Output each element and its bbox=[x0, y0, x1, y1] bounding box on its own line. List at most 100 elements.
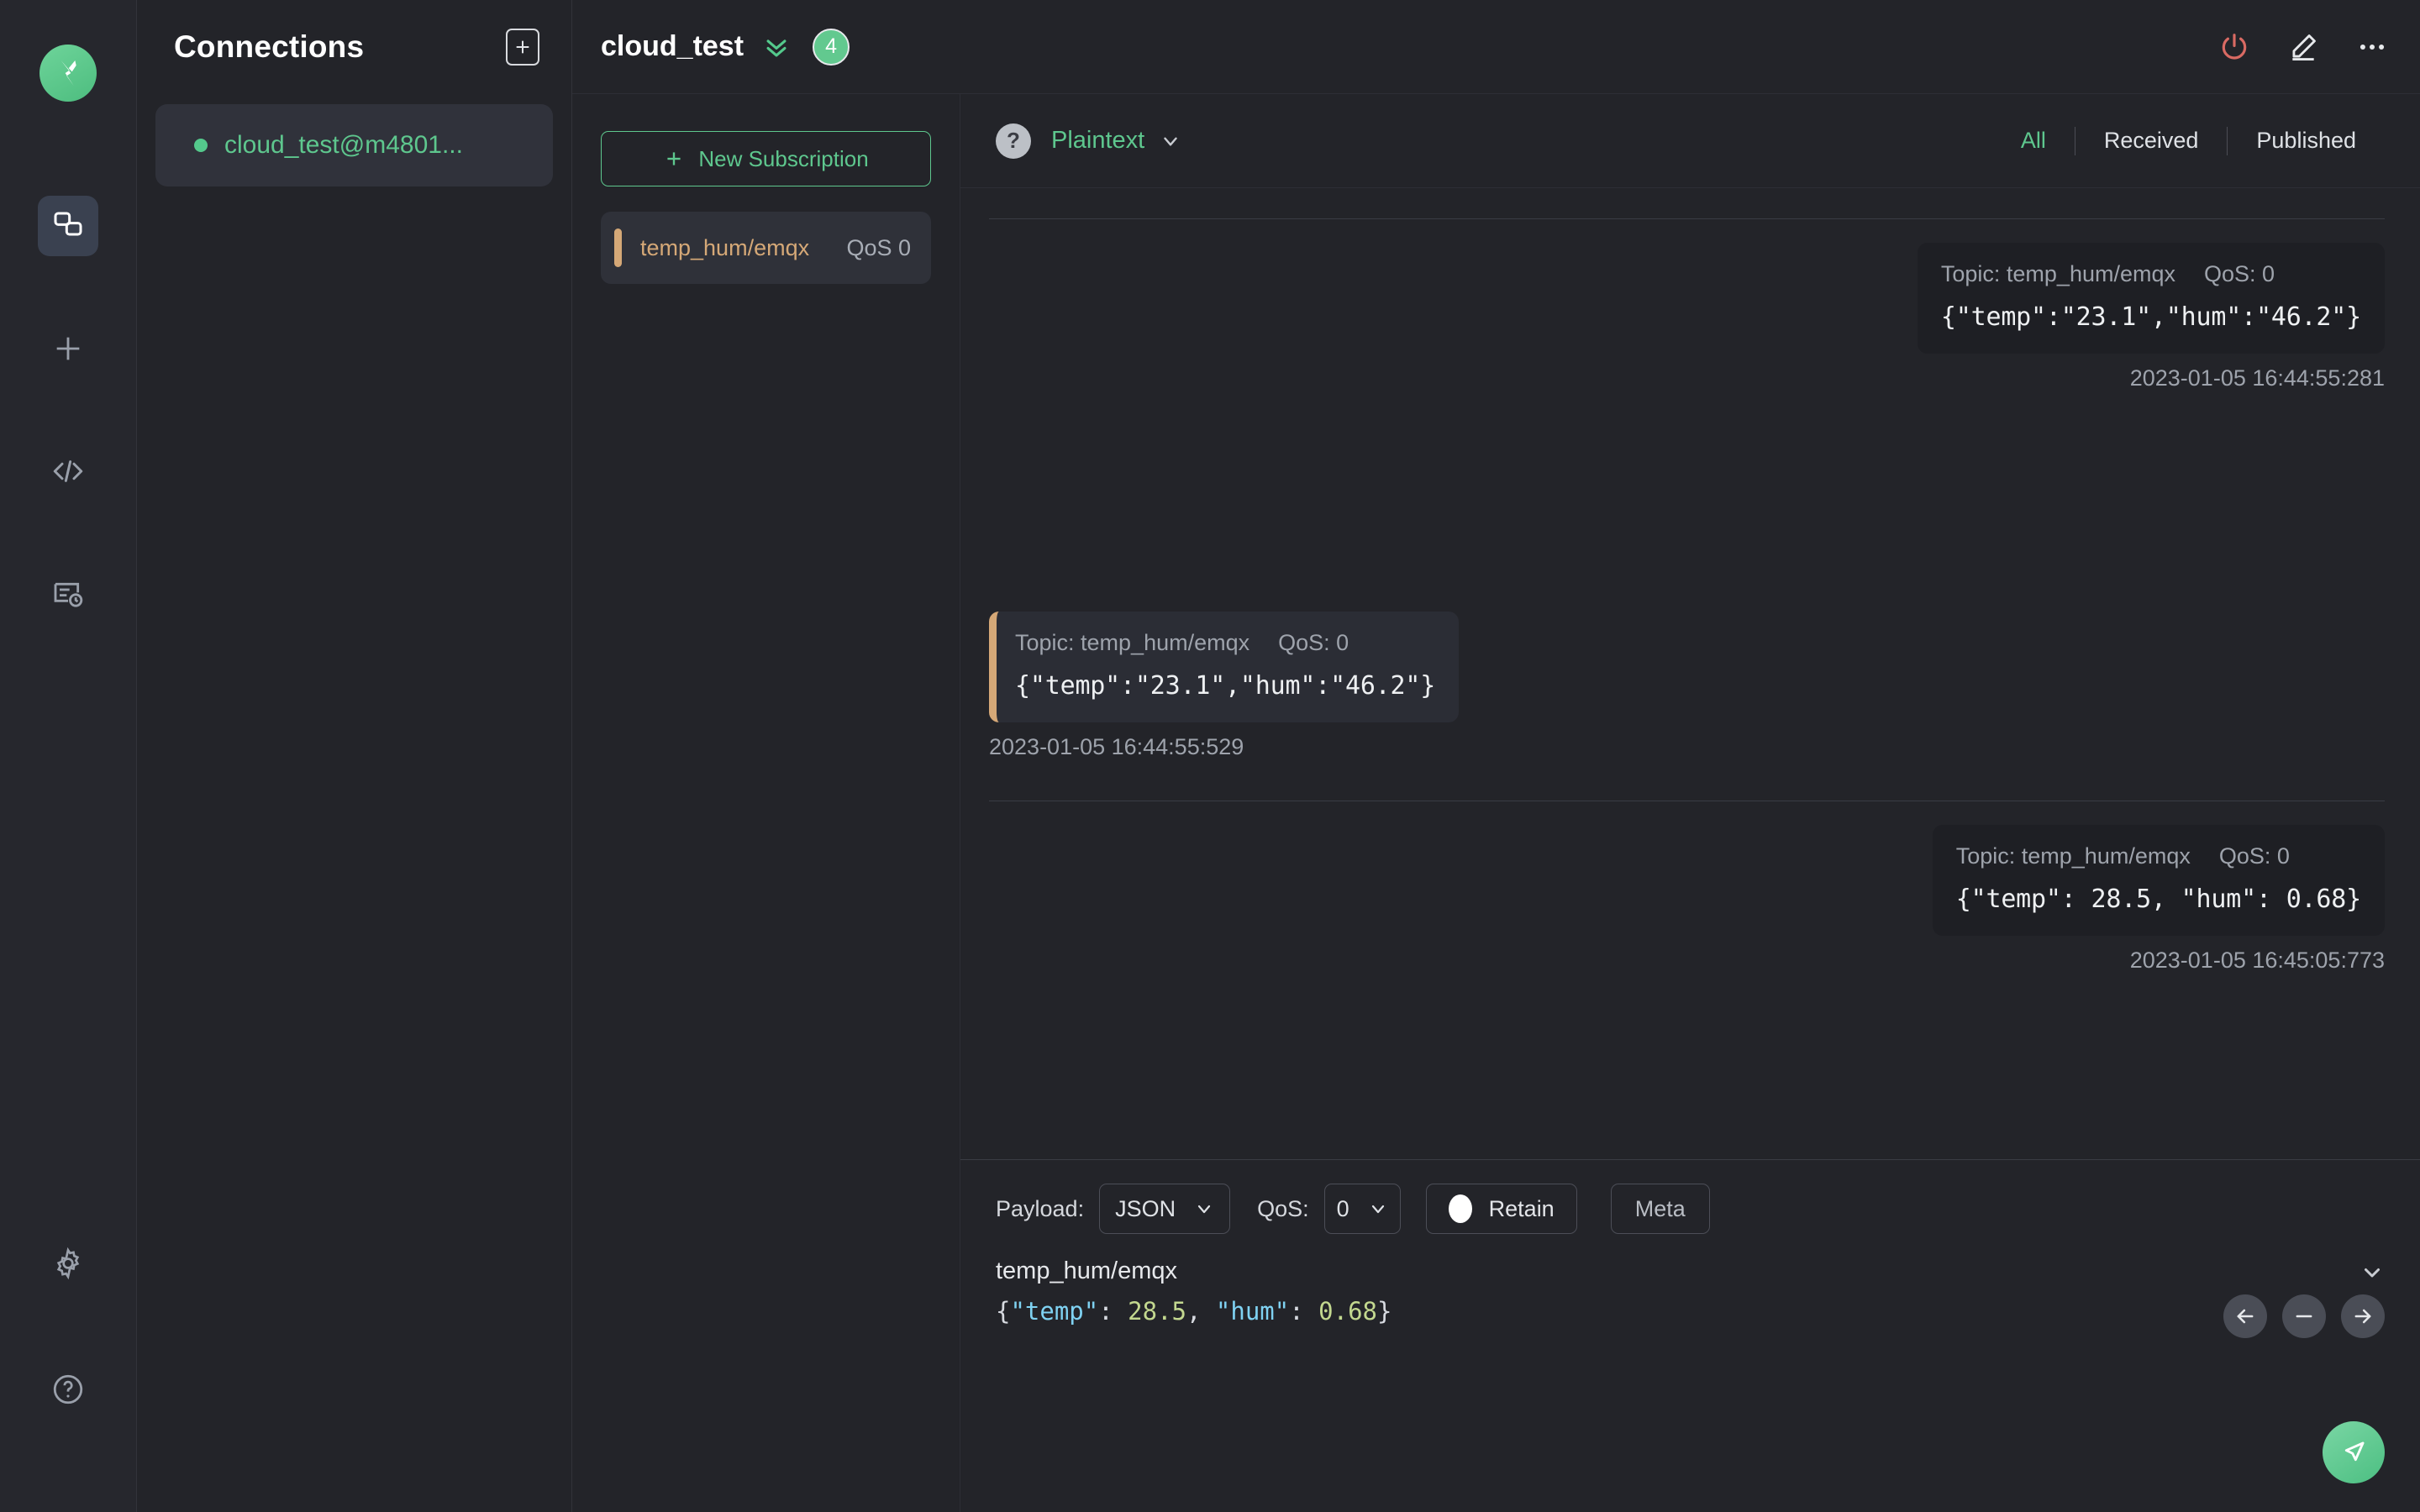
left-icon-rail bbox=[0, 0, 137, 1512]
send-button[interactable] bbox=[2323, 1421, 2385, 1483]
payload-format-select[interactable]: Plaintext bbox=[1051, 127, 1181, 155]
message-qos: QoS: 0 bbox=[2218, 843, 2290, 869]
sidebar-item-help[interactable] bbox=[38, 1359, 98, 1420]
collapse-info-button[interactable] bbox=[762, 33, 791, 61]
rail-bottom-group bbox=[38, 1233, 98, 1512]
gear-icon bbox=[56, 1247, 80, 1280]
plus-icon bbox=[667, 152, 681, 165]
page-title: Connections bbox=[174, 29, 365, 64]
message-bubble[interactable]: Topic: temp_hum/emqx QoS: 0 {"temp": 28.… bbox=[1932, 825, 2385, 936]
connections-header: Connections bbox=[137, 0, 571, 94]
json-comma: , bbox=[1186, 1297, 1216, 1326]
add-connection-button[interactable] bbox=[506, 29, 539, 66]
subscription-color-bar bbox=[614, 228, 622, 267]
chevron-down-icon bbox=[1197, 1205, 1211, 1214]
json-value-hum: 0.68 bbox=[1318, 1297, 1377, 1326]
message-timestamp: 2023-01-05 16:44:55:281 bbox=[2129, 365, 2385, 391]
meta-label: Meta bbox=[1634, 1195, 1686, 1221]
double-chevron-down-icon bbox=[766, 39, 786, 56]
subscriptions-panel: New Subscription temp_hum/emqx QoS 0 bbox=[572, 94, 960, 1512]
message-row-published: Topic: temp_hum/emqx QoS: 0 {"temp":"23.… bbox=[989, 218, 2385, 571]
message-timestamp: 2023-01-05 16:44:55:529 bbox=[989, 734, 1244, 759]
sidebar-item-settings[interactable] bbox=[38, 1233, 98, 1294]
publish-qos-select[interactable]: 0 bbox=[1323, 1184, 1401, 1234]
new-subscription-button[interactable]: New Subscription bbox=[601, 131, 931, 186]
arrow-right-icon bbox=[2354, 1309, 2371, 1324]
message-payload: {"temp":"23.1","hum":"46.2"} bbox=[1940, 302, 2361, 332]
payload-history-nav bbox=[2223, 1294, 2385, 1338]
arrow-left-icon bbox=[2237, 1309, 2254, 1324]
publish-topic-input[interactable]: temp_hum/emqx bbox=[996, 1257, 1177, 1285]
content-body: New Subscription temp_hum/emqx QoS 0 ? P… bbox=[572, 94, 2420, 1512]
connection-name: cloud_test@m4801... bbox=[224, 131, 463, 159]
retain-label: Retain bbox=[1488, 1195, 1555, 1221]
question-circle-icon bbox=[53, 1374, 83, 1404]
chevron-down-icon bbox=[1371, 1205, 1384, 1214]
next-payload-button[interactable] bbox=[2341, 1294, 2385, 1338]
tab-all[interactable]: All bbox=[1992, 128, 2075, 154]
more-options-button[interactable] bbox=[2356, 31, 2388, 63]
json-colon-1: : bbox=[1098, 1297, 1128, 1326]
message-qos: QoS: 0 bbox=[2204, 261, 2275, 286]
message-topic: Topic: temp_hum/emqx bbox=[1955, 843, 2191, 869]
publish-payload-format-value: JSON bbox=[1115, 1195, 1176, 1221]
connection-title: cloud_test bbox=[601, 30, 744, 62]
sidebar-item-log[interactable] bbox=[38, 564, 98, 624]
mqttx-logo-icon bbox=[39, 45, 97, 102]
message-filter-tabs: All Received Published bbox=[1992, 126, 2385, 155]
message-payload: {"temp": 28.5, "hum": 0.68} bbox=[1955, 885, 2361, 914]
tab-received[interactable]: Received bbox=[2075, 128, 2228, 154]
message-meta: Topic: temp_hum/emqx QoS: 0 bbox=[1941, 261, 2361, 287]
plus-icon bbox=[56, 337, 80, 360]
connections-panel: Connections cloud_test@m4801... bbox=[137, 0, 572, 1512]
message-topic: Topic: temp_hum/emqx bbox=[1940, 261, 2175, 286]
sidebar-item-scripts[interactable] bbox=[38, 441, 98, 501]
collapse-publish-button[interactable] bbox=[2360, 1259, 2385, 1284]
chevron-down-icon bbox=[2365, 1268, 2380, 1277]
message-topic: Topic: temp_hum/emqx bbox=[1015, 630, 1250, 655]
messages-panel: ? Plaintext All Received Published Topic… bbox=[960, 94, 2420, 1512]
meta-button[interactable]: Meta bbox=[1610, 1184, 1710, 1234]
publish-panel: Payload: JSON QoS: 0 Retain Meta temp_hu… bbox=[960, 1159, 2420, 1512]
retain-toggle-knob bbox=[1448, 1194, 1472, 1223]
sidebar-item-connections[interactable] bbox=[38, 196, 98, 256]
header-actions bbox=[2218, 31, 2388, 63]
publish-controls: Payload: JSON QoS: 0 Retain Meta bbox=[960, 1184, 2420, 1234]
message-timestamp: 2023-01-05 16:45:05:773 bbox=[2129, 948, 2385, 973]
tab-published[interactable]: Published bbox=[2228, 128, 2385, 154]
sidebar-item-new-connection[interactable] bbox=[38, 318, 98, 379]
publish-topic-row: temp_hum/emqx bbox=[960, 1234, 2420, 1285]
message-qos: QoS: 0 bbox=[1278, 630, 1349, 655]
message-bubble[interactable]: Topic: temp_hum/emqx QoS: 0 {"temp":"23.… bbox=[1917, 243, 2385, 354]
json-key-hum: "hum" bbox=[1215, 1297, 1290, 1326]
send-icon bbox=[2344, 1441, 2365, 1462]
message-meta: Topic: temp_hum/emqx QoS: 0 bbox=[1956, 843, 2361, 869]
status-badge bbox=[194, 139, 208, 152]
message-bubble[interactable]: Topic: temp_hum/emqx QoS: 0 {"temp":"23.… bbox=[989, 612, 1460, 722]
message-row-published: Topic: temp_hum/emqx QoS: 0 {"temp": 28.… bbox=[989, 801, 2385, 1153]
new-subscription-label: New Subscription bbox=[698, 145, 869, 171]
question-circle-icon[interactable]: ? bbox=[996, 123, 1031, 159]
code-icon bbox=[53, 460, 83, 482]
previous-payload-button[interactable] bbox=[2223, 1294, 2267, 1338]
app-window: Connections cloud_test@m4801... cloud_te… bbox=[0, 0, 2420, 1512]
subscription-qos: QoS 0 bbox=[846, 234, 911, 260]
qos-label: QoS: bbox=[1257, 1195, 1309, 1221]
message-list[interactable]: Topic: temp_hum/emqx QoS: 0 {"temp":"23.… bbox=[960, 188, 2420, 1159]
pencil-icon bbox=[2292, 34, 2316, 60]
disconnect-button[interactable] bbox=[2218, 31, 2250, 63]
list-item[interactable]: cloud_test@m4801... bbox=[155, 104, 553, 186]
messages-toolbar: ? Plaintext All Received Published bbox=[960, 94, 2420, 188]
publish-payload-editor[interactable]: {"temp": 28.5, "hum": 0.68} bbox=[960, 1285, 2420, 1326]
clear-payload-button[interactable] bbox=[2282, 1294, 2326, 1338]
subscription-item[interactable]: temp_hum/emqx QoS 0 bbox=[601, 212, 931, 284]
minus-icon bbox=[2296, 1315, 2312, 1318]
mqttx-logo-glyph bbox=[60, 60, 76, 86]
json-open-brace: { bbox=[996, 1297, 1011, 1326]
publish-payload-format-select[interactable]: JSON bbox=[1099, 1184, 1231, 1234]
message-payload: {"temp":"23.1","hum":"46.2"} bbox=[1015, 671, 1436, 701]
retain-toggle[interactable]: Retain bbox=[1425, 1184, 1577, 1234]
connection-header: cloud_test 4 bbox=[572, 0, 2420, 94]
publish-qos-value: 0 bbox=[1336, 1195, 1349, 1221]
edit-connection-button[interactable] bbox=[2287, 31, 2319, 63]
